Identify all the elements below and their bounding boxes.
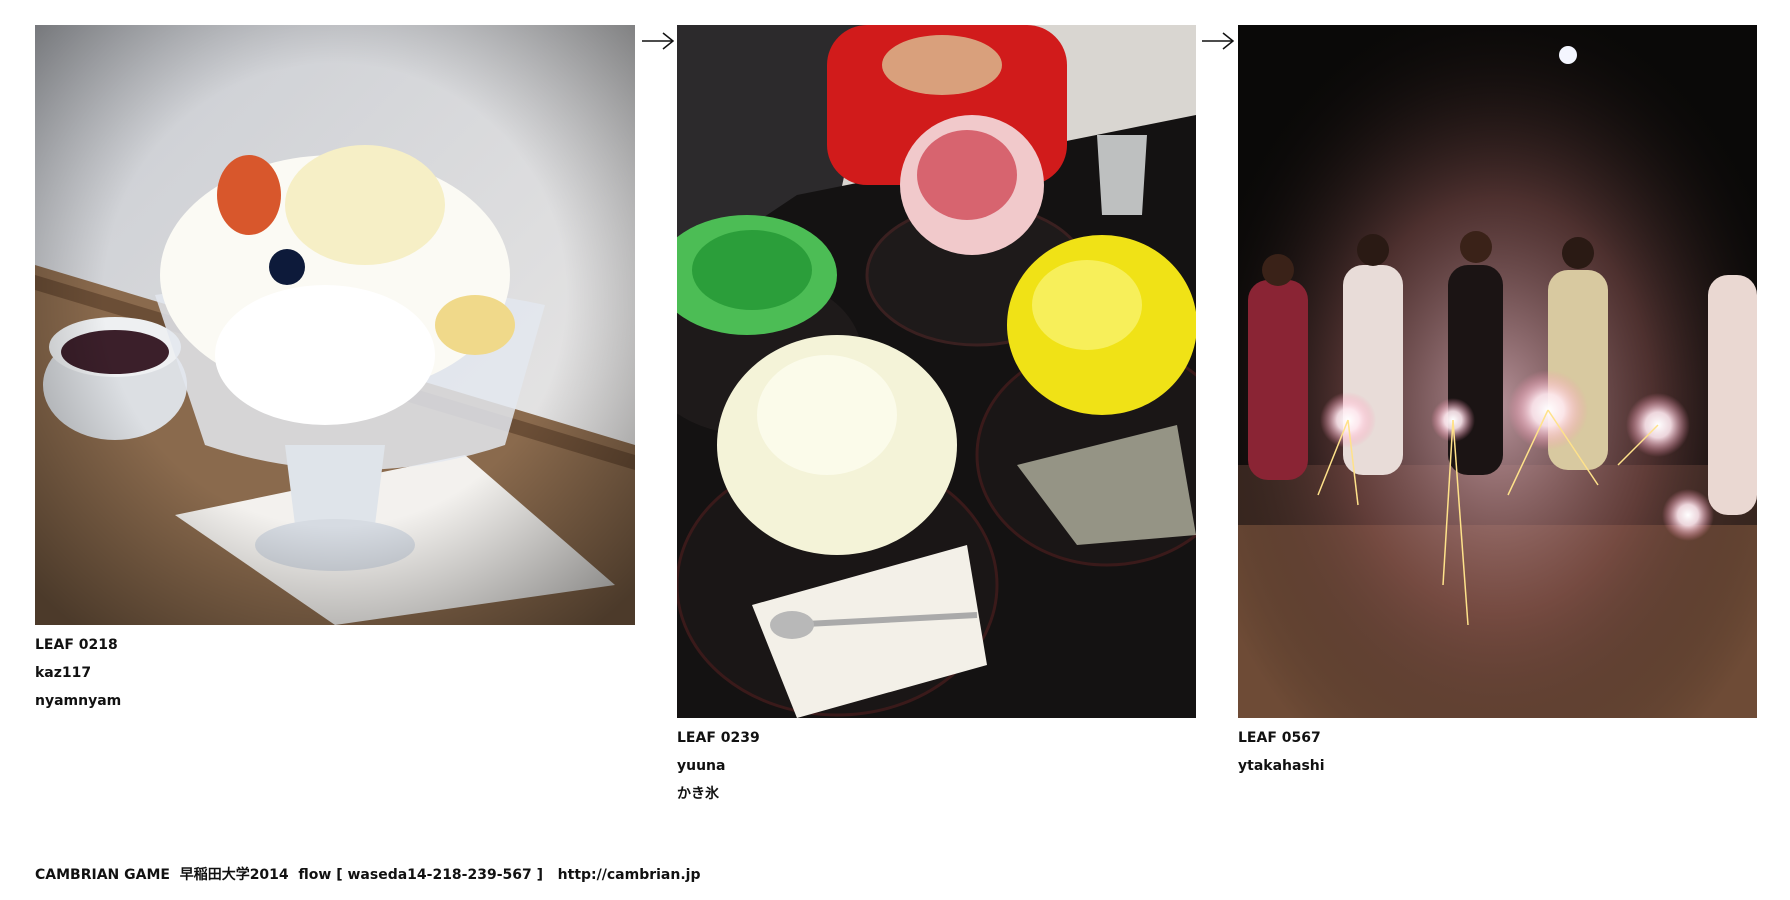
leaf-id: LEAF 0567 bbox=[1238, 730, 1321, 746]
photo-image bbox=[1238, 25, 1757, 718]
leaf-comment: nyamnyam bbox=[35, 693, 122, 709]
leaf-card-0218: LEAF 0218 kaz117 nyamnyam bbox=[35, 25, 635, 715]
right-arrow-icon bbox=[642, 32, 675, 50]
leaf-user[interactable]: ytakahashi bbox=[1238, 752, 1757, 780]
leaf-photo-kakigori[interactable] bbox=[677, 25, 1196, 718]
photo-image bbox=[677, 25, 1196, 718]
leaf-id: LEAF 0218 bbox=[35, 637, 118, 653]
leaf-card-0567: LEAF 0567 ytakahashi bbox=[1238, 25, 1757, 780]
footer: CAMBRIAN GAME 早稲田大学2014 flow [ waseda14-… bbox=[35, 864, 700, 884]
leaf-user[interactable]: kaz117 bbox=[35, 659, 635, 687]
photo-image bbox=[35, 25, 635, 625]
leaf-card-0239: LEAF 0239 yuuna かき氷 bbox=[677, 25, 1196, 808]
right-arrow-icon bbox=[1202, 32, 1235, 50]
footer-credit: CAMBRIAN GAME 早稲田大学2014 flow [ waseda14-… bbox=[35, 867, 544, 883]
leaf-id: LEAF 0239 bbox=[677, 730, 760, 746]
leaf-comment: かき氷 bbox=[677, 786, 719, 802]
leaf-photo-sparklers[interactable] bbox=[1238, 25, 1757, 718]
footer-link[interactable]: http://cambrian.jp bbox=[558, 867, 701, 883]
leaf-photo-shaved-ice-cream[interactable] bbox=[35, 25, 635, 625]
leaf-user[interactable]: yuuna bbox=[677, 752, 1196, 780]
